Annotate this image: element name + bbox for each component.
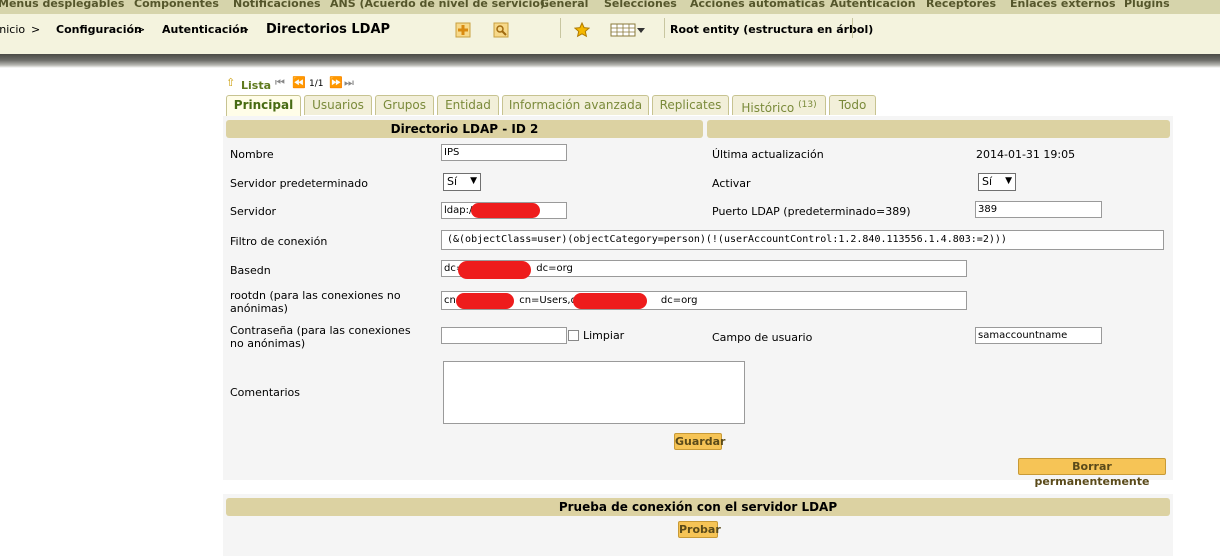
columns-icon[interactable]	[610, 22, 646, 38]
tab-historico[interactable]: Histórico (13)	[732, 95, 826, 115]
divider	[560, 18, 561, 38]
breadcrumb-separator: >	[136, 23, 146, 36]
list-link[interactable]: Lista	[241, 79, 271, 92]
menu-item-notificaciones[interactable]: Notificaciones	[233, 0, 321, 10]
breadcrumb-inicio[interactable]: Inicio	[0, 23, 25, 36]
password-input[interactable]	[441, 327, 567, 344]
servidor-predeterminado-select[interactable]: Sí ▼	[443, 173, 481, 191]
breadcrumb: Inicio > Configuración > Autenticación >…	[0, 14, 1220, 55]
divider	[852, 18, 853, 38]
page-title: Directorios LDAP	[266, 22, 391, 37]
puerto-input[interactable]: 389	[975, 201, 1102, 218]
puerto-label: Puerto LDAP (predeterminado=389)	[712, 205, 911, 218]
redaction-mark	[458, 261, 531, 279]
rootdn-part-3: dc=org	[660, 295, 698, 306]
limpiar-label: Limpiar	[583, 329, 625, 342]
star-icon[interactable]	[573, 22, 591, 38]
chevron-up-icon[interactable]: ⇧	[226, 76, 235, 89]
menu-item-componentes[interactable]: Componentes	[134, 0, 219, 10]
tab-principal[interactable]: Principal	[226, 95, 301, 116]
redaction-mark	[573, 293, 647, 309]
connection-test-header: Prueba de conexión con el servidor LDAP	[226, 498, 1170, 516]
borrar-permanentemente-button[interactable]: Borrar permanentemente	[1018, 458, 1166, 488]
menu-item-receptores[interactable]: Receptores	[926, 0, 996, 10]
breadcrumb-autenticacion[interactable]: Autenticación	[162, 23, 248, 36]
servidor-predeterminado-label: Servidor predeterminado	[230, 177, 368, 190]
menu-item-enlaces[interactable]: Enlaces externos	[1010, 0, 1116, 10]
divider	[664, 18, 665, 38]
menu-item-autenticacion[interactable]: Autenticación	[830, 0, 916, 10]
menu-item-selecciones[interactable]: Selecciones	[604, 0, 677, 10]
guardar-button[interactable]: Guardar	[674, 433, 725, 450]
basedn-suffix: dc=org	[536, 263, 573, 274]
tab-entidad[interactable]: Entidad	[437, 95, 499, 115]
add-icon[interactable]	[454, 22, 472, 38]
tab-todo[interactable]: Todo	[829, 95, 876, 115]
breadcrumb-separator: >	[31, 23, 41, 36]
basedn-label: Basedn	[230, 264, 271, 277]
menu-item-acciones[interactable]: Acciones automáticas	[690, 0, 825, 10]
redaction-mark	[456, 293, 514, 309]
tab-replicates[interactable]: Replicates	[652, 95, 729, 115]
search-icon[interactable]	[492, 22, 510, 38]
last-page-icon[interactable]: ⏭	[344, 76, 354, 90]
ultima-actualizacion-label: Última actualización	[712, 148, 824, 161]
entity-label[interactable]: Root entity (estructura en árbol)	[670, 23, 873, 36]
tab-grupos[interactable]: Grupos	[375, 95, 434, 115]
nombre-input[interactable]: IPS	[441, 144, 567, 161]
page-counter: 1/1	[309, 79, 324, 89]
menu-item-ans[interactable]: ANS (Acuerdo de nivel de servicio)	[330, 0, 545, 10]
filtro-label: Filtro de conexión	[230, 235, 328, 248]
breadcrumb-configuracion[interactable]: Configuración	[56, 23, 142, 36]
previous-page-icon[interactable]: ⏪	[292, 76, 306, 89]
tab-historico-label: Histórico	[741, 101, 795, 115]
breadcrumb-separator: >	[240, 23, 250, 36]
form-header: Directorio LDAP - ID 2	[226, 120, 703, 138]
tab-informacion-avanzada[interactable]: Información avanzada	[502, 95, 649, 115]
campo-usuario-input[interactable]: samaccountname	[975, 327, 1102, 344]
campo-usuario-label: Campo de usuario	[712, 331, 813, 344]
menu-item-general[interactable]: General	[540, 0, 588, 10]
activar-label: Activar	[712, 177, 751, 190]
comentarios-label: Comentarios	[230, 386, 300, 399]
password-label: Contraseña (para las conexiones no anóni…	[230, 324, 411, 350]
rootdn-label: rootdn (para las conexiones no anónimas)	[230, 289, 401, 315]
ldap-form: Directorio LDAP - ID 2 Nombre IPS Última…	[223, 116, 1173, 488]
form-header-right	[707, 120, 1170, 138]
menu-item-menus[interactable]: Menus desplegables	[0, 0, 124, 10]
servidor-predeterminado-value: Sí	[447, 175, 458, 188]
activar-value: Sí	[982, 175, 993, 188]
tab-usuarios[interactable]: Usuarios	[304, 95, 372, 115]
activar-select[interactable]: Sí ▼	[978, 173, 1016, 191]
nombre-label: Nombre	[230, 148, 274, 161]
next-page-icon[interactable]: ⏩	[329, 76, 343, 89]
connection-test-panel: Prueba de conexión con el servidor LDAP …	[223, 494, 1173, 556]
comentarios-textarea[interactable]	[443, 361, 745, 424]
tab-historico-count: (13)	[798, 100, 817, 110]
rootdn-input[interactable]: cn= cn=Users,dc= dc=org	[441, 291, 967, 310]
header-shadow	[0, 54, 1220, 68]
menu-item-plugins[interactable]: Plugins	[1124, 0, 1170, 10]
limpiar-checkbox[interactable]	[568, 330, 579, 341]
filtro-input[interactable]: (&(objectClass=user)(objectCategory=pers…	[441, 230, 1164, 250]
chevron-down-icon: ▼	[470, 176, 477, 186]
top-menu: Menus desplegables Componentes Notificac…	[0, 0, 1220, 14]
probar-button[interactable]: Probar	[678, 521, 721, 538]
chevron-down-icon: ▼	[1005, 176, 1012, 186]
servidor-label: Servidor	[230, 205, 277, 218]
ultima-actualizacion-value: 2014-01-31 19:05	[976, 148, 1076, 161]
first-page-icon[interactable]: ⏮	[275, 76, 285, 90]
redaction-mark	[471, 203, 540, 218]
